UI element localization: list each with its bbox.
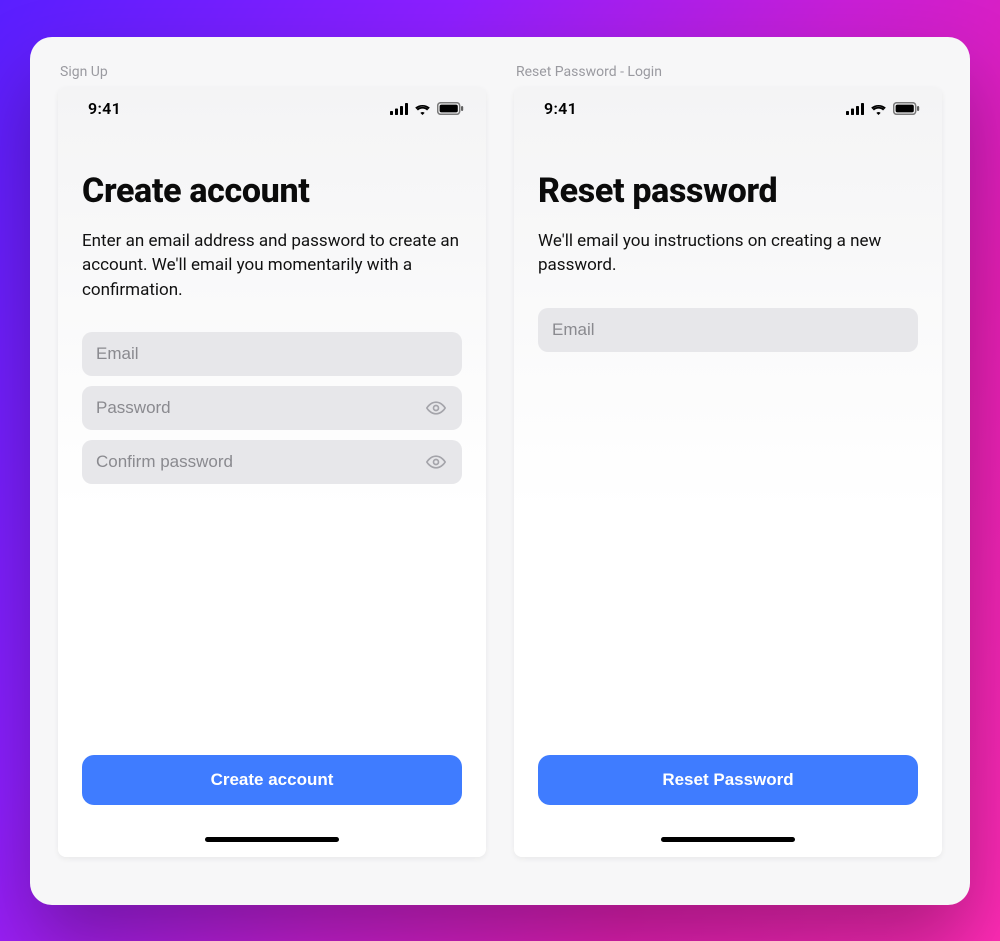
cellular-icon	[390, 103, 408, 115]
confirm-password-field-wrapper	[82, 440, 462, 484]
reset-subtitle: We'll email you instructions on creating…	[538, 229, 918, 278]
wifi-icon	[414, 103, 431, 115]
battery-icon	[437, 102, 464, 115]
reset-password-button[interactable]: Reset Password	[538, 755, 918, 805]
wifi-icon	[870, 103, 887, 115]
home-indicator	[514, 823, 942, 857]
confirm-password-field[interactable]	[96, 452, 424, 472]
reset-email-field-wrapper	[538, 308, 918, 352]
home-indicator	[58, 823, 486, 857]
signup-title: Create account	[82, 171, 462, 211]
artboard: Sign Up 9:41 Create account	[30, 37, 970, 905]
password-field-wrapper	[82, 386, 462, 430]
status-bar: 9:41	[514, 87, 942, 131]
signup-content: Create account Enter an email address an…	[58, 131, 486, 823]
eye-icon[interactable]	[424, 450, 448, 474]
reset-title: Reset password	[538, 171, 918, 211]
status-icons	[390, 102, 464, 115]
reset-label: Reset Password - Login	[516, 65, 942, 79]
spacer	[538, 362, 918, 755]
create-account-button[interactable]: Create account	[82, 755, 462, 805]
reset-content: Reset password We'll email you instructi…	[514, 131, 942, 823]
signup-screen: 9:41 Create account Enter an email addre…	[58, 87, 486, 857]
status-bar: 9:41	[58, 87, 486, 131]
status-time: 9:41	[544, 99, 577, 118]
cellular-icon	[846, 103, 864, 115]
password-field[interactable]	[96, 398, 424, 418]
status-icons	[846, 102, 920, 115]
reset-column: Reset Password - Login 9:41 Reset	[514, 65, 942, 857]
spacer	[82, 494, 462, 754]
reset-screen: 9:41 Reset password We'll email you inst…	[514, 87, 942, 857]
battery-icon	[893, 102, 920, 115]
email-field[interactable]	[96, 344, 448, 364]
signup-subtitle: Enter an email address and password to c…	[82, 229, 462, 303]
signup-label: Sign Up	[60, 65, 486, 79]
eye-icon[interactable]	[424, 396, 448, 420]
status-time: 9:41	[88, 99, 121, 118]
reset-email-field[interactable]	[552, 320, 904, 340]
home-indicator-bar	[661, 837, 795, 842]
signup-column: Sign Up 9:41 Create account	[58, 65, 486, 857]
home-indicator-bar	[205, 837, 339, 842]
email-field-wrapper	[82, 332, 462, 376]
